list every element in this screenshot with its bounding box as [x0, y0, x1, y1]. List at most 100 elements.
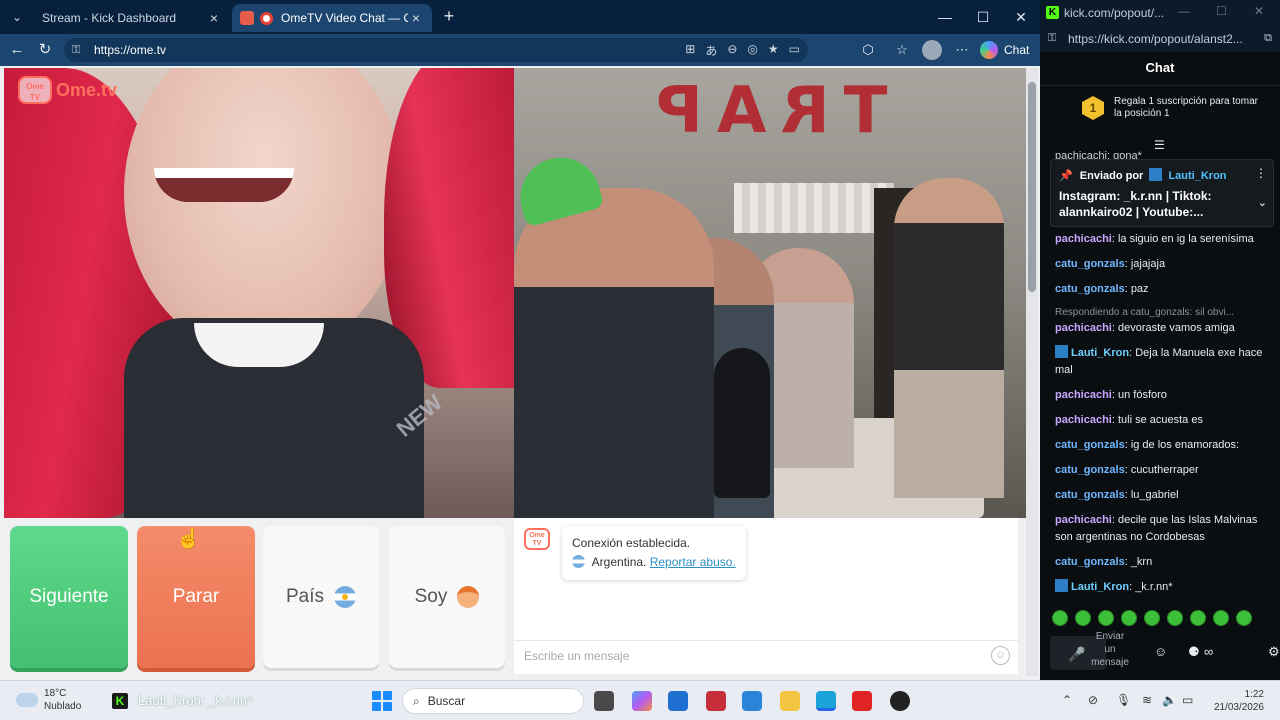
chat-username[interactable]: Lauti_Kron — [1071, 581, 1129, 593]
chat-username[interactable]: catu_gonzals — [1055, 283, 1125, 295]
emote-icon[interactable] — [1236, 610, 1252, 626]
message-input[interactable]: Escribe un mensaje ☺ — [514, 640, 1018, 670]
system-message: Conexión establecida. Argentina. Reporta… — [562, 526, 746, 580]
search-placeholder: Buscar — [427, 694, 466, 708]
site-info-icon[interactable]: ⚿ — [1048, 32, 1056, 45]
task-view-icon[interactable] — [594, 691, 614, 711]
kick-address-bar[interactable]: ⚿ https://kick.com/popout/alanst2... ⧉ — [1040, 26, 1280, 52]
emote-icon[interactable] — [1167, 610, 1183, 626]
gift-sub-text: Regala 1 suscripción para tomar la posic… — [1114, 96, 1258, 119]
close-window-button[interactable]: ✕ — [1002, 4, 1040, 30]
collapse-icon[interactable]: ☰ — [1154, 138, 1165, 152]
chat-username[interactable]: catu_gonzals — [1055, 439, 1125, 451]
gift-sub-banner[interactable]: 1 Regala 1 suscripción para tomar la pos… — [1082, 96, 1262, 120]
weather-widget[interactable]: 18°C Nublado — [16, 687, 81, 713]
tab-actions-menu[interactable]: ⌄ — [6, 6, 28, 28]
gender-button[interactable]: Soy — [389, 526, 505, 668]
edge-icon[interactable] — [816, 691, 836, 711]
pinned-header: 📌 Enviado por Lauti_Kron — [1059, 168, 1227, 182]
chat-username[interactable]: pachicachi — [1055, 514, 1112, 526]
volume-icon[interactable]: 🔈 — [1162, 693, 1177, 707]
chat-username[interactable]: pachicachi — [1055, 389, 1112, 401]
chat-username[interactable]: pachicachi — [1055, 322, 1112, 334]
report-abuse-link[interactable]: Reportar abuso. — [650, 555, 736, 569]
mic-icon[interactable]: 🎤 — [1068, 646, 1085, 663]
l-app-icon[interactable] — [852, 691, 872, 711]
emoji-picker-icon[interactable]: ⚈ — [1188, 644, 1200, 660]
country-button[interactable]: País — [263, 526, 379, 668]
translate-icon[interactable]: あ — [705, 42, 717, 59]
emote-icon[interactable] — [1121, 610, 1137, 626]
favorite-star-icon[interactable]: ★ — [768, 42, 779, 59]
emoji-icon[interactable]: ☺ — [1154, 644, 1167, 659]
close-window-button[interactable]: ✕ — [1254, 4, 1264, 18]
outlook-icon[interactable] — [742, 691, 762, 711]
emote-icon[interactable] — [1075, 610, 1091, 626]
chat-username[interactable]: catu_gonzals — [1055, 489, 1125, 501]
network-off-icon[interactable]: ⊘ — [1088, 693, 1098, 707]
chat-message: catu_gonzals: ig de los enamorados: — [1055, 439, 1240, 451]
chat-username[interactable]: Lauti_Kron — [1071, 347, 1129, 359]
obs-icon[interactable] — [890, 691, 910, 711]
camera-icon[interactable]: ▭ — [789, 42, 800, 59]
close-tab-icon[interactable]: × — [206, 10, 222, 26]
store-icon[interactable] — [668, 691, 688, 711]
file-explorer-icon[interactable] — [780, 691, 800, 711]
more-options-icon[interactable]: ⋮ — [1255, 166, 1267, 180]
start-button[interactable] — [372, 691, 392, 711]
kick-taskbar-icon[interactable]: K — [112, 693, 128, 709]
back-button[interactable]: ← — [6, 39, 28, 61]
battery-icon[interactable]: ▭ — [1182, 693, 1193, 707]
close-tab-icon[interactable]: × — [408, 10, 424, 26]
extensions-icon[interactable]: ⬡ — [858, 40, 878, 60]
tab-kick-dashboard[interactable]: K Stream - Kick Dashboard × — [34, 4, 1088, 32]
tab-ometv[interactable]: OmeTV Video Chat — Omegle × — [232, 4, 432, 32]
apps-icon[interactable]: ⊞ — [685, 42, 695, 59]
settings-more-icon[interactable]: ⋯ — [952, 40, 972, 60]
chat-text: un fósforo — [1117, 389, 1167, 401]
ometv-chat-icon: Ome TV — [524, 528, 550, 550]
system-clock[interactable]: 1:22 21/03/2026 — [1208, 688, 1264, 714]
page-scrollbar[interactable] — [1026, 68, 1038, 676]
minimize-button[interactable]: — — [926, 4, 964, 30]
mcafee-icon[interactable] — [706, 691, 726, 711]
emote-icon[interactable] — [1213, 610, 1229, 626]
chat-text: cucutherraper — [1130, 464, 1199, 476]
emote-picker-icon[interactable]: ∞ — [1204, 644, 1213, 659]
zoom-icon[interactable]: ⊖ — [727, 42, 737, 59]
copy-icon[interactable]: ⧉ — [1264, 32, 1272, 45]
emote-icon[interactable] — [1190, 610, 1206, 626]
next-button[interactable]: Siguiente — [10, 526, 128, 668]
taskbar-search[interactable]: ⌕ Buscar — [402, 688, 584, 714]
maximize-button[interactable]: ☐ — [1216, 4, 1227, 18]
copilot-app-icon[interactable] — [632, 691, 652, 711]
refresh-button[interactable]: ↻ — [34, 39, 56, 61]
copilot-chat-button[interactable]: Chat — [980, 39, 1029, 61]
pinned-user[interactable]: Lauti_Kron — [1168, 170, 1226, 182]
chevron-up-icon[interactable]: ⌃ — [1062, 693, 1072, 707]
favorites-icon[interactable]: ☆ — [892, 40, 912, 60]
scrollbar-thumb[interactable] — [1028, 82, 1036, 292]
kick-window-preview-text[interactable]: Lauti_Kron: _k.r.nn* — [138, 693, 252, 708]
tab-label: Stream - Kick Dashboard — [42, 11, 177, 25]
microphone-icon[interactable]: 🎙 — [1116, 693, 1131, 707]
profile-avatar[interactable] — [922, 40, 942, 60]
emote-icon[interactable] — [1098, 610, 1114, 626]
chat-username[interactable]: pachicachi — [1055, 233, 1112, 245]
wifi-icon[interactable]: ≋ — [1142, 693, 1152, 707]
maximize-button[interactable]: ☐ — [964, 4, 1002, 30]
site-info-icon[interactable]: ⚿ — [72, 44, 88, 57]
chat-username[interactable]: catu_gonzals — [1055, 464, 1125, 476]
minimize-button[interactable]: — — [1178, 4, 1190, 18]
chat-username[interactable]: catu_gonzals — [1055, 556, 1125, 568]
chat-username[interactable]: pachicachi — [1055, 414, 1112, 426]
emote-icon[interactable] — [1052, 610, 1068, 626]
new-tab-button[interactable]: + — [438, 6, 460, 28]
more-icon[interactable]: ◎ — [747, 42, 757, 59]
chat-username[interactable]: catu_gonzals — [1055, 258, 1125, 270]
temperature: 18°C — [44, 688, 67, 699]
address-bar[interactable]: ⚿ https://ome.tv ⊞ あ ⊖ ◎ ★ ▭ — [64, 38, 808, 62]
emoji-icon[interactable]: ☺ — [991, 646, 1010, 665]
chevron-down-icon[interactable]: ⌄ — [1258, 196, 1267, 209]
emote-icon[interactable] — [1144, 610, 1160, 626]
